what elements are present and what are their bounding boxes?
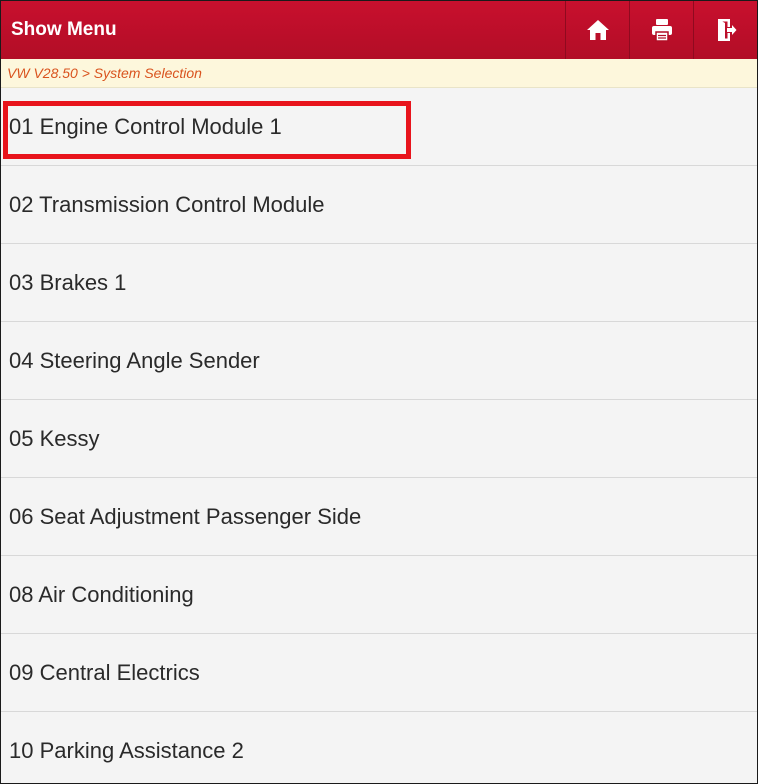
app-window: Show Menu VW V28.50 > System Selection 0… bbox=[0, 0, 758, 784]
list-item[interactable]: 02 Transmission Control Module bbox=[1, 166, 757, 244]
list-item[interactable]: 06 Seat Adjustment Passenger Side bbox=[1, 478, 757, 556]
breadcrumb-text: VW V28.50 > System Selection bbox=[7, 65, 202, 81]
exit-button[interactable] bbox=[693, 1, 757, 59]
print-button[interactable] bbox=[629, 1, 693, 59]
list-item[interactable]: 09 Central Electrics bbox=[1, 634, 757, 712]
list-item-label: 04 Steering Angle Sender bbox=[9, 347, 260, 373]
home-button[interactable] bbox=[565, 1, 629, 59]
list-item[interactable]: 08 Air Conditioning bbox=[1, 556, 757, 634]
list-item[interactable]: 04 Steering Angle Sender bbox=[1, 322, 757, 400]
list-item[interactable]: 05 Kessy bbox=[1, 400, 757, 478]
page-title: Show Menu bbox=[11, 19, 117, 40]
list-item-label: 06 Seat Adjustment Passenger Side bbox=[9, 503, 362, 529]
list-item-label: 03 Brakes 1 bbox=[9, 269, 127, 295]
home-icon bbox=[586, 20, 609, 40]
breadcrumb: VW V28.50 > System Selection bbox=[1, 59, 757, 88]
system-list: 01 Engine Control Module 1 02 Transmissi… bbox=[1, 88, 757, 783]
printer-icon bbox=[651, 19, 672, 42]
top-bar: Show Menu bbox=[1, 1, 757, 59]
list-item-label: 09 Central Electrics bbox=[9, 659, 200, 685]
list-item-label: 10 Parking Assistance 2 bbox=[9, 737, 244, 763]
list-item-label: 02 Transmission Control Module bbox=[9, 191, 325, 217]
list-item-label: 08 Air Conditioning bbox=[9, 581, 194, 607]
exit-icon bbox=[717, 19, 736, 41]
list-item-label: 05 Kessy bbox=[9, 425, 100, 451]
list-item[interactable]: 10 Parking Assistance 2 bbox=[1, 712, 757, 783]
list-item[interactable]: 03 Brakes 1 bbox=[1, 244, 757, 322]
list-item[interactable]: 01 Engine Control Module 1 bbox=[1, 88, 757, 166]
list-item-label: 01 Engine Control Module 1 bbox=[9, 113, 282, 139]
